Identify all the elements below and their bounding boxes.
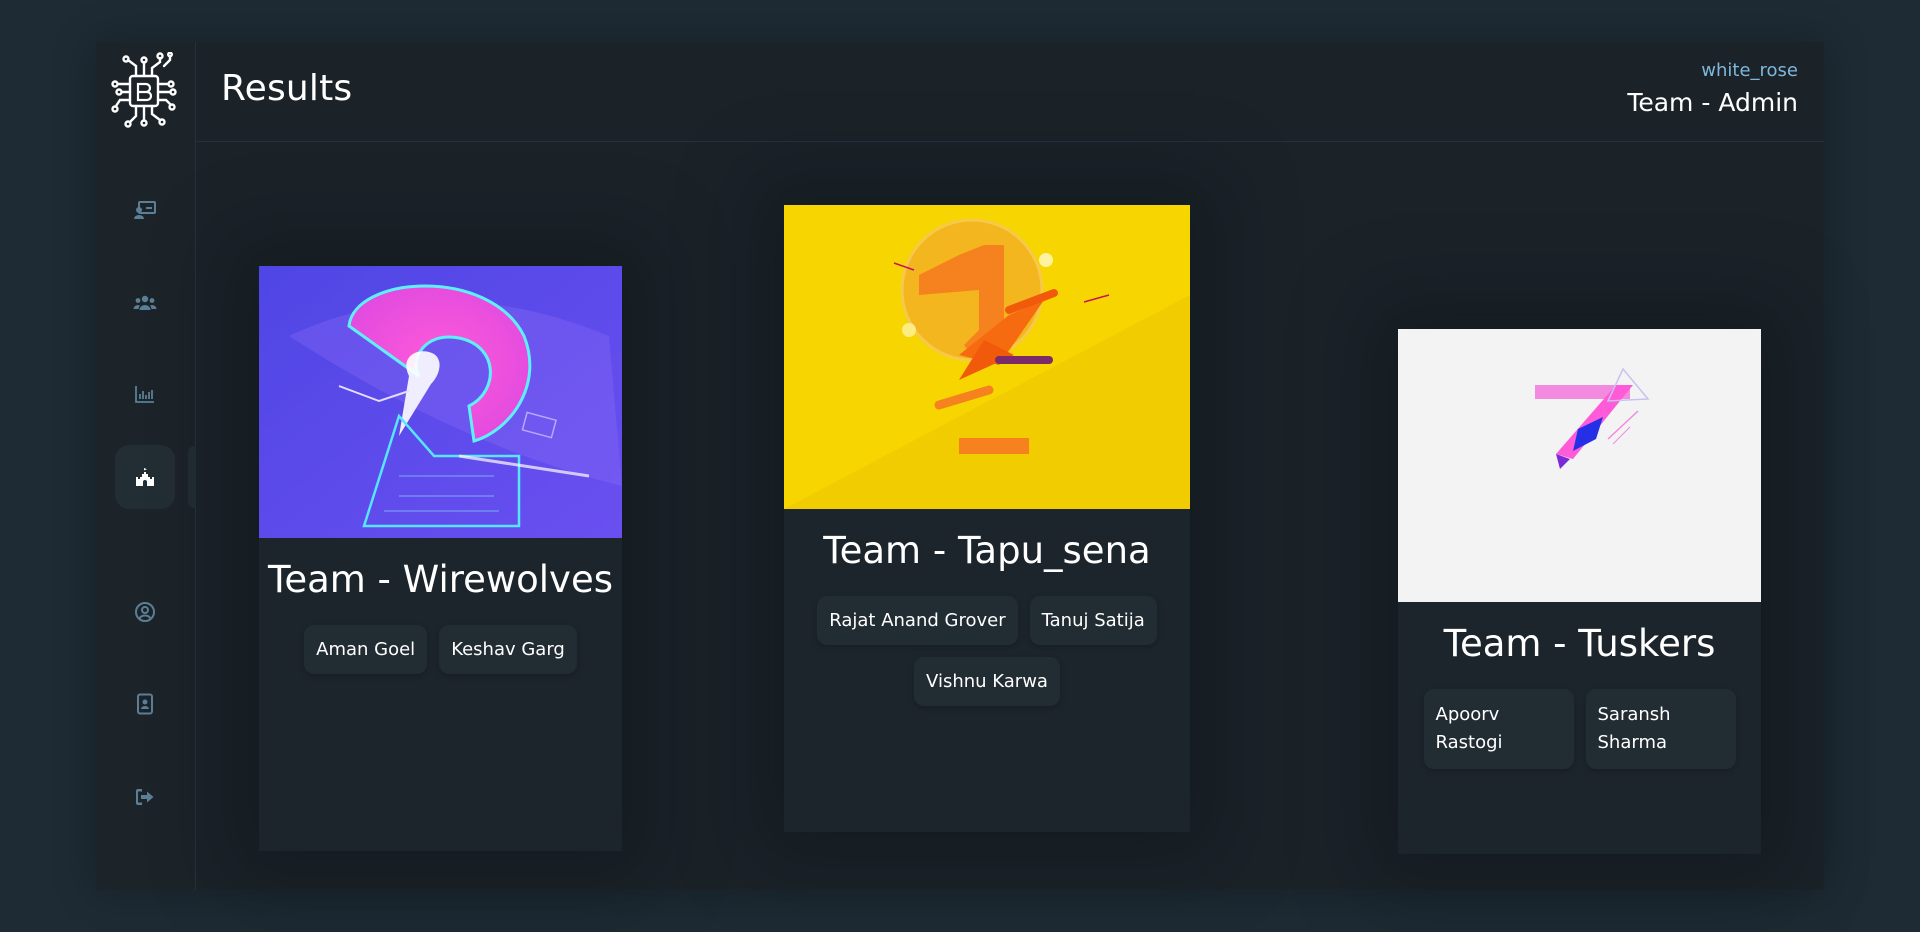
active-tab-indicator bbox=[188, 446, 196, 508]
result-card-second: Team - Wirewolves Aman Goel Keshav Garg bbox=[259, 266, 622, 851]
sidebar bbox=[96, 42, 196, 890]
member-chip: Apoorv Rastogi bbox=[1423, 689, 1574, 769]
member-chip: Aman Goel bbox=[304, 625, 428, 674]
circuit-logo-icon[interactable] bbox=[108, 51, 180, 132]
team-name: Team - Tapu_sena bbox=[823, 529, 1151, 572]
sidebar-item-teams[interactable] bbox=[115, 271, 175, 335]
sidebar-item-stats[interactable] bbox=[115, 362, 175, 426]
result-card-first: Team - Tapu_sena Rajat Anand Grover Tanu… bbox=[784, 205, 1190, 832]
header: Results white_rose Team - Admin bbox=[196, 42, 1824, 142]
rank-2-image bbox=[259, 266, 622, 538]
rank-1-image bbox=[784, 205, 1190, 509]
id-card-icon bbox=[137, 693, 153, 715]
sidebar-item-results[interactable] bbox=[115, 445, 175, 509]
member-list: Rajat Anand Grover Tanuj Satija Vishnu K… bbox=[784, 596, 1190, 706]
page-title: Results bbox=[221, 68, 353, 109]
sign-out-icon bbox=[136, 789, 154, 805]
user-name-link[interactable]: white_rose bbox=[1701, 60, 1798, 81]
member-chip: Rajat Anand Grover bbox=[817, 596, 1018, 645]
member-chip: Tanuj Satija bbox=[1029, 596, 1157, 645]
member-chip: Saransh Sharma bbox=[1585, 689, 1736, 769]
member-chip: Vishnu Karwa bbox=[914, 657, 1060, 706]
user-circle-icon bbox=[135, 602, 155, 622]
app-window: Results white_rose Team - Admin Team - W… bbox=[96, 42, 1824, 890]
users-icon bbox=[133, 295, 157, 310]
user-team-label: Team - Admin bbox=[1627, 88, 1798, 117]
sidebar-item-presentation[interactable] bbox=[115, 178, 175, 242]
result-card-seventh: Team - Tuskers Apoorv Rastogi Saransh Sh… bbox=[1398, 329, 1761, 854]
sidebar-item-contact[interactable] bbox=[115, 672, 175, 736]
member-list: Apoorv Rastogi Saransh Sharma bbox=[1398, 689, 1761, 769]
team-name: Team - Wirewolves bbox=[268, 558, 613, 601]
sidebar-item-profile[interactable] bbox=[115, 580, 175, 644]
rank-7-image bbox=[1398, 329, 1761, 602]
bar-chart-icon bbox=[135, 386, 154, 403]
presentation-icon bbox=[134, 201, 156, 219]
team-name: Team - Tuskers bbox=[1443, 622, 1716, 665]
member-chip: Keshav Garg bbox=[439, 625, 577, 674]
castle-icon bbox=[136, 468, 154, 486]
sidebar-item-logout[interactable] bbox=[115, 765, 175, 829]
member-list: Aman Goel Keshav Garg bbox=[259, 625, 622, 674]
